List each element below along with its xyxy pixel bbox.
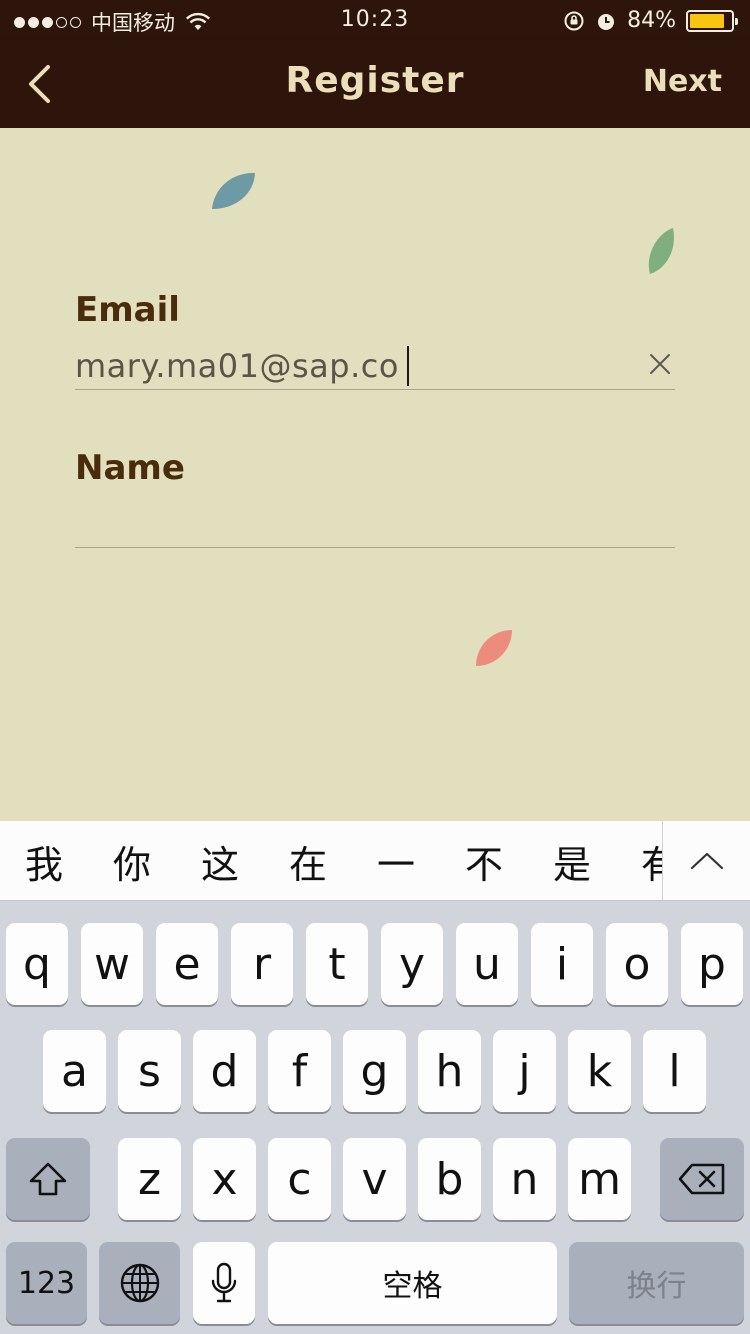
- key-r[interactable]: r: [231, 923, 293, 1005]
- globe-icon: [120, 1263, 159, 1303]
- microphone-icon: [211, 1262, 237, 1303]
- key-t[interactable]: t: [306, 923, 368, 1005]
- return-key[interactable]: 换行: [569, 1242, 744, 1324]
- key-z[interactable]: z: [118, 1138, 181, 1220]
- key-p[interactable]: p: [681, 923, 743, 1005]
- delete-key[interactable]: [660, 1138, 744, 1220]
- candidate-item[interactable]: 不: [440, 834, 528, 889]
- status-right: 84%: [563, 8, 738, 33]
- page-title: Register: [285, 60, 465, 101]
- email-value: mary.ma01@sap.co: [75, 346, 399, 385]
- globe-key[interactable]: [99, 1242, 180, 1324]
- key-k[interactable]: k: [568, 1030, 631, 1112]
- battery-level: [690, 13, 724, 28]
- email-field: Email mary.ma01@sap.co: [75, 290, 675, 390]
- battery-icon: [686, 9, 738, 32]
- backspace-icon: [678, 1163, 725, 1195]
- candidate-item[interactable]: 这: [176, 834, 264, 889]
- candidate-item[interactable]: 是: [528, 834, 616, 889]
- keyboard-candidate-bar: 我你这在一不是有: [0, 821, 750, 901]
- key-u[interactable]: u: [456, 923, 518, 1005]
- key-f[interactable]: f: [268, 1030, 331, 1112]
- expand-candidates-button[interactable]: [662, 821, 750, 900]
- email-input[interactable]: mary.ma01@sap.co: [75, 342, 675, 390]
- shift-icon: [29, 1162, 67, 1196]
- key-c[interactable]: c: [268, 1138, 331, 1220]
- key-m[interactable]: m: [568, 1138, 631, 1220]
- register-form-area: Email mary.ma01@sap.co Name: [0, 128, 750, 821]
- orientation-lock-icon: [564, 11, 584, 30]
- next-button[interactable]: Next: [643, 64, 722, 99]
- numbers-key[interactable]: 123: [6, 1242, 87, 1324]
- key-o[interactable]: o: [606, 923, 668, 1005]
- name-label: Name: [75, 448, 185, 488]
- close-icon[interactable]: [647, 351, 673, 377]
- key-g[interactable]: g: [343, 1030, 406, 1112]
- leaf-decoration-icon: [476, 630, 512, 666]
- key-q[interactable]: q: [6, 923, 68, 1005]
- battery-percent: 84%: [627, 8, 676, 33]
- candidate-list: 我你这在一不是有: [0, 821, 704, 900]
- navigation-bar: Register Next: [0, 40, 750, 128]
- key-d[interactable]: d: [193, 1030, 256, 1112]
- chevron-up-icon: [690, 852, 723, 870]
- leaf-decoration-icon: [212, 172, 255, 209]
- candidate-item[interactable]: 我: [0, 834, 88, 889]
- key-i[interactable]: i: [531, 923, 593, 1005]
- key-a[interactable]: a: [43, 1030, 106, 1112]
- candidate-item[interactable]: 你: [88, 834, 176, 889]
- key-n[interactable]: n: [493, 1138, 556, 1220]
- key-x[interactable]: x: [193, 1138, 256, 1220]
- email-label: Email: [75, 290, 180, 330]
- status-bar: 中国移动 10:23 84%: [0, 0, 750, 40]
- key-s[interactable]: s: [118, 1030, 181, 1112]
- shift-key[interactable]: [6, 1138, 90, 1220]
- name-field: Name: [75, 448, 675, 548]
- key-h[interactable]: h: [418, 1030, 481, 1112]
- key-e[interactable]: e: [156, 923, 218, 1005]
- key-l[interactable]: l: [643, 1030, 706, 1112]
- candidate-item[interactable]: 一: [352, 834, 440, 889]
- candidate-item[interactable]: 在: [264, 834, 352, 889]
- alarm-icon: [598, 13, 615, 30]
- key-y[interactable]: y: [381, 923, 443, 1005]
- key-j[interactable]: j: [493, 1030, 556, 1112]
- microphone-key[interactable]: [193, 1242, 255, 1324]
- text-cursor: [406, 345, 409, 386]
- leaf-decoration-icon: [648, 228, 674, 274]
- space-key[interactable]: 空格: [268, 1242, 557, 1324]
- name-input[interactable]: [75, 500, 675, 548]
- key-v[interactable]: v: [343, 1138, 406, 1220]
- key-w[interactable]: w: [81, 923, 143, 1005]
- key-b[interactable]: b: [418, 1138, 481, 1220]
- keyboard: 123 空格 换行 qwertyuiop asdfghjkl zxcvbnm: [0, 901, 750, 1334]
